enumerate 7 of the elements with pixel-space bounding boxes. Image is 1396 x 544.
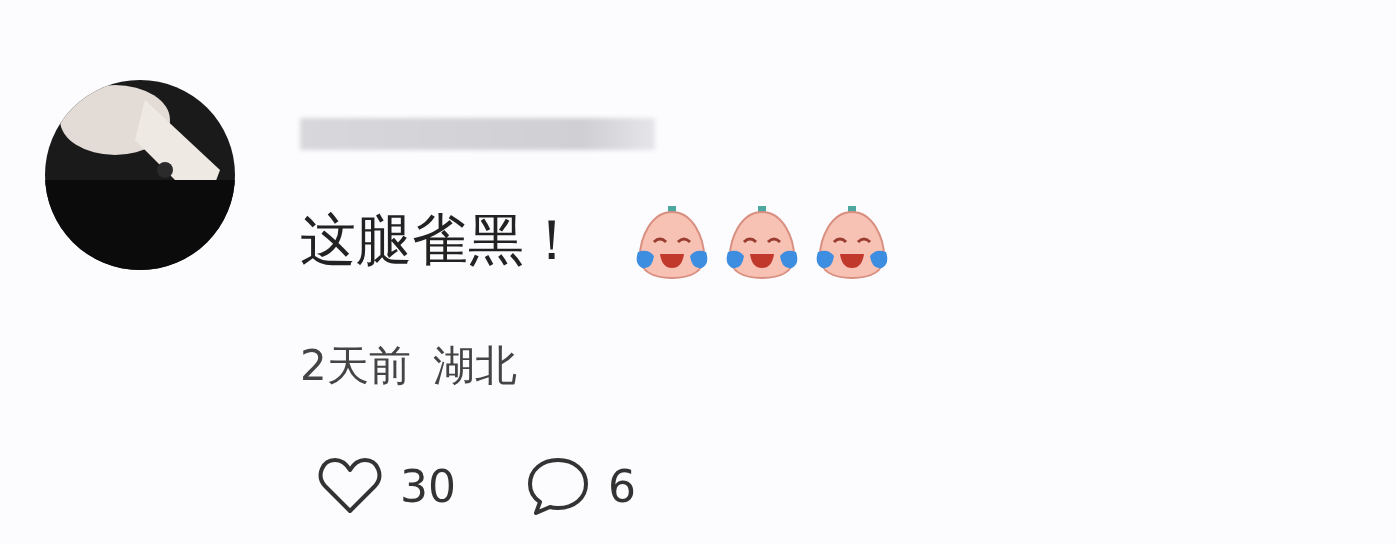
comment-text: 这腿雀黑！	[300, 206, 580, 274]
comment-location: 湖北	[432, 340, 517, 392]
comment-time: 2天前	[300, 340, 411, 392]
comment-icon[interactable]	[526, 456, 590, 516]
like-count: 30	[400, 460, 456, 512]
reply-count: 6	[608, 460, 636, 512]
heart-icon[interactable]	[318, 457, 382, 515]
